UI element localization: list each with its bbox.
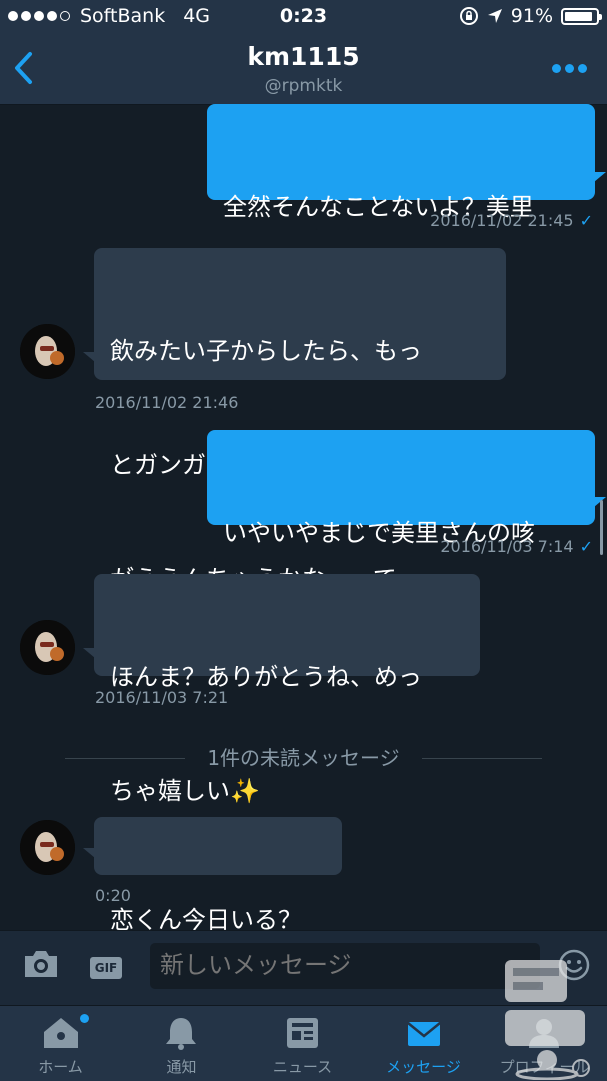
watermark-logo: [505, 960, 590, 1080]
status-bar: SoftBank 4G 0:23 91%: [0, 0, 607, 34]
bubble-tail: [83, 848, 95, 858]
message-bubble-incoming[interactable]: ほんま？ありがとうね、めっ ちゃ嬉しい✨: [94, 574, 480, 805]
tab-label: ニュース: [272, 1058, 333, 1076]
avatar-image: [20, 820, 75, 875]
message-timestamp: 0:20: [95, 886, 131, 905]
more-options-icon[interactable]: [552, 64, 587, 73]
message-bubble-incoming[interactable]: 飲みたい子からしたら、もっ とガンガン飲んでくれる子の方 がええんちゃうかなーっ…: [94, 248, 506, 593]
tab-news[interactable]: ニュース: [242, 1006, 363, 1081]
avatar[interactable]: [20, 620, 75, 675]
tab-label: メッセージ: [386, 1058, 461, 1076]
battery-percent: 91%: [510, 5, 553, 27]
gif-button[interactable]: GIF: [90, 957, 122, 979]
notification-dot: [80, 1014, 89, 1023]
conversation-header: km1115 @rpmktk: [0, 34, 607, 105]
tab-home[interactable]: ホーム: [0, 1006, 121, 1081]
avatar-image: [20, 620, 75, 675]
read-check-icon: ✓: [579, 211, 593, 230]
mail-icon: [407, 1022, 441, 1046]
tab-messages[interactable]: メッセージ: [363, 1006, 484, 1081]
conversation-title[interactable]: km1115: [0, 42, 607, 71]
news-icon: [287, 1018, 318, 1048]
message-bubble-outgoing[interactable]: いやいやまじで美里さんの咳 が一番楽しい（笑）: [207, 430, 595, 661]
unread-divider: 1件の未読メッセージ: [207, 746, 400, 770]
avatar[interactable]: [20, 820, 75, 875]
message-bubble-incoming[interactable]: 恋くん今日いる？: [94, 817, 342, 934]
message-timestamp: 2016/11/03 7:14 ✓: [440, 537, 593, 556]
home-icon: [44, 1018, 78, 1048]
status-right: 91%: [459, 5, 602, 27]
timestamp-text: 2016/11/03 7:14: [440, 537, 574, 556]
message-bubble-outgoing[interactable]: 全然そんなことないよ？美里 さんの席つきたいし: [207, 104, 595, 335]
bubble-tail: [83, 648, 95, 658]
bubble-tail: [594, 172, 606, 182]
message-line: ちゃ嬉しい✨: [110, 777, 260, 805]
avatar-image: [20, 324, 75, 379]
tab-notifications[interactable]: 通知: [121, 1006, 242, 1081]
orientation-lock-icon: [459, 7, 478, 25]
avatar[interactable]: [20, 324, 75, 379]
read-check-icon: ✓: [579, 537, 593, 556]
tab-label: 通知: [166, 1058, 197, 1076]
camera-icon[interactable]: [22, 948, 60, 980]
bubble-tail: [83, 352, 95, 362]
message-timestamp: 2016/11/02 21:45 ✓: [430, 211, 593, 230]
battery-icon: [561, 7, 602, 25]
message-timestamp: 2016/11/03 7:21: [95, 688, 229, 707]
timestamp-text: 2016/11/02 21:45: [430, 211, 574, 230]
conversation-handle: @rpmktk: [264, 76, 343, 96]
message-input[interactable]: [150, 943, 540, 989]
scroll-indicator[interactable]: [600, 500, 603, 555]
message-timestamp: 2016/11/02 21:46: [95, 393, 239, 412]
message-line: 飲みたい子からしたら、もっ: [110, 337, 422, 365]
location-arrow-icon: [487, 9, 502, 23]
tab-label: ホーム: [38, 1058, 83, 1076]
bell-icon: [166, 1018, 196, 1050]
